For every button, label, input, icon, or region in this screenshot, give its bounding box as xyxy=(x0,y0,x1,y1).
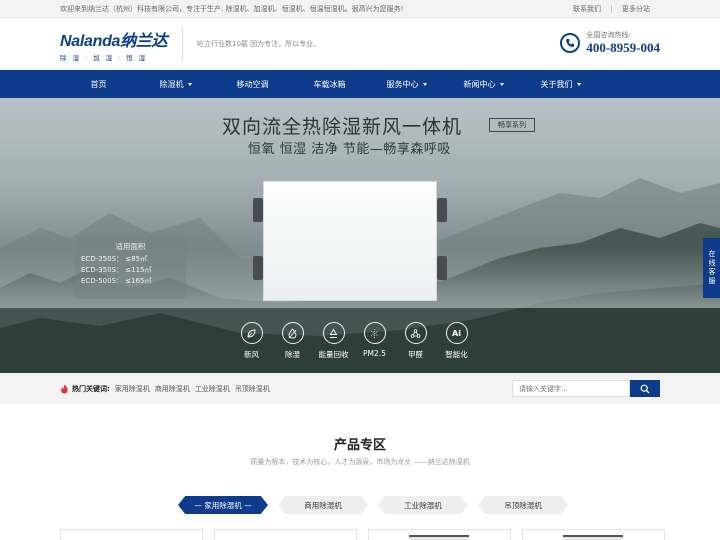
nav-item-service[interactable]: 服务中心 xyxy=(368,70,445,98)
branches-link[interactable]: 更多分站 xyxy=(612,4,660,14)
recycle-icon xyxy=(322,322,345,344)
keyword-link[interactable]: 工业除湿机 xyxy=(195,384,230,394)
hotline-number[interactable]: 400-8959-004 xyxy=(586,40,660,56)
feature-item: 除湿 xyxy=(272,322,313,360)
header-divider xyxy=(182,27,183,61)
nav-label: 首页 xyxy=(90,79,107,89)
hotline: 全国咨询热线: 400-8959-004 xyxy=(560,30,660,56)
drop-icon xyxy=(281,322,304,344)
product-thumbnail xyxy=(409,535,469,540)
search-icon xyxy=(640,384,650,393)
phone-icon xyxy=(560,33,581,53)
keywords-title: 热门关键词: xyxy=(72,384,110,393)
keyword-link[interactable]: 吊顶除湿机 xyxy=(235,384,270,394)
logo[interactable]: Nalanda纳兰达 除湿·加湿·恒湿 xyxy=(60,27,172,62)
chevron-down-icon xyxy=(499,82,504,86)
duct-port xyxy=(253,198,263,222)
feature-item: PM2.5 xyxy=(354,322,395,360)
main-nav: 首页 除湿机 移动空调 车载冰箱 服务中心 新闻中心 关于我们 xyxy=(0,70,720,98)
slogan: 屹立行业数10载 因为专注，所以专业。 xyxy=(197,40,321,48)
banner-title: 双向流全热除湿新风一体机 xyxy=(222,116,463,138)
duct-port xyxy=(253,256,263,280)
spec-row: ECD-250S： ≤85㎡ xyxy=(81,255,148,263)
chevron-down-icon xyxy=(187,82,192,86)
search-box xyxy=(512,380,660,397)
logo-text: Nalanda纳兰达 xyxy=(60,32,168,50)
logo-subtext: 除湿·加湿·恒湿 xyxy=(60,53,152,62)
series-badge: 畅享系列 xyxy=(489,118,535,132)
molecule-icon xyxy=(404,322,427,344)
feature-item: 新风 xyxy=(231,322,272,360)
nav-item-news[interactable]: 新闻中心 xyxy=(445,70,522,98)
spec-panel: 适用面积 ECD-250S： ≤85㎡ ECD-350S： ≤115㎡ ECD-… xyxy=(75,237,186,299)
banner-subtitle: 恒氧 恒湿 洁净 节能—畅享森呼吸 xyxy=(248,142,451,157)
particles-icon xyxy=(363,322,386,344)
keyword-link[interactable]: 商用除湿机 xyxy=(155,384,190,394)
spec-row: ECD-500S： ≤165㎡ xyxy=(81,277,152,285)
fire-icon xyxy=(61,384,68,393)
spec-row: ECD-350S： ≤115㎡ xyxy=(81,266,152,274)
top-links: 联系我们 更多分站 xyxy=(563,4,660,14)
contact-link[interactable]: 联系我们 xyxy=(563,4,611,14)
product-card[interactable] xyxy=(60,529,203,540)
nav-label: 新闻中心 xyxy=(463,79,496,89)
nav-item-about[interactable]: 关于我们 xyxy=(522,70,599,98)
welcome-text: 欢迎来到纳兰达（杭州）科技有限公司，专注于生产: 除湿机、加湿机、恒湿机、恒温恒… xyxy=(60,4,404,13)
nav-label: 移动空调 xyxy=(236,79,269,89)
product-card[interactable] xyxy=(214,529,357,540)
chevron-down-icon xyxy=(576,82,581,86)
search-button[interactable] xyxy=(630,380,660,397)
feature-label: PM2.5 xyxy=(363,349,386,358)
tab-commercial-dehumidifier[interactable]: 商用除湿机 xyxy=(278,496,368,514)
ai-icon: Ai xyxy=(445,322,468,344)
tab-industrial-dehumidifier[interactable]: 工业除湿机 xyxy=(378,496,468,514)
feature-label: 除湿 xyxy=(285,350,300,359)
product-tabs: — 家用除湿机 — 商用除湿机 工业除湿机 吊顶除湿机 xyxy=(178,496,578,514)
nav-item-home[interactable]: 首页 xyxy=(60,70,137,98)
hot-keywords-bar: 热门关键词: 家用除湿机 商用除湿机 工业除湿机 吊顶除湿机 xyxy=(0,373,720,404)
product-thumbnail xyxy=(563,535,623,540)
nav-item-portable-ac[interactable]: 移动空调 xyxy=(214,70,291,98)
nav-label: 服务中心 xyxy=(386,79,419,89)
section-subtitle: 质量为根本，技术为核心，人才为源泉，市场为龙头 ——纳兰达除湿机 xyxy=(250,458,470,466)
online-service-label: 在线客服 xyxy=(708,250,716,286)
site-header: Nalanda纳兰达 除湿·加湿·恒湿 屹立行业数10载 因为专注，所以专业。 … xyxy=(0,18,720,70)
feature-item: Ai 智能化 xyxy=(436,322,477,360)
feature-item: 甲醛 xyxy=(395,322,436,360)
product-image xyxy=(263,181,437,301)
hotline-label: 全国咨询热线: xyxy=(586,31,631,39)
search-input[interactable] xyxy=(512,380,630,397)
feature-item: 能量回收 xyxy=(313,322,354,360)
tab-home-dehumidifier[interactable]: — 家用除湿机 — xyxy=(178,496,268,514)
product-cards xyxy=(60,529,665,540)
nav-label: 关于我们 xyxy=(540,79,573,89)
top-bar: 欢迎来到纳兰达（杭州）科技有限公司，专注于生产: 除湿机、加湿机、恒湿机、恒温恒… xyxy=(0,0,720,18)
product-card[interactable] xyxy=(368,529,511,540)
tab-ceiling-dehumidifier[interactable]: 吊顶除湿机 xyxy=(478,496,568,514)
leaf-icon xyxy=(240,322,263,344)
nav-label: 车载冰箱 xyxy=(313,79,346,89)
feature-label: 甲醛 xyxy=(408,350,423,359)
nav-item-car-fridge[interactable]: 车载冰箱 xyxy=(291,70,368,98)
chevron-down-icon xyxy=(422,82,427,86)
product-card[interactable] xyxy=(522,529,665,540)
spec-title: 适用面积 xyxy=(115,242,146,251)
duct-port xyxy=(437,198,447,222)
keyword-link[interactable]: 家用除湿机 xyxy=(115,384,150,394)
section-title: 产品专区 xyxy=(333,438,386,453)
feature-label: 能量回收 xyxy=(318,350,349,359)
feature-label: 智能化 xyxy=(445,350,468,359)
hero-banner[interactable]: 双向流全热除湿新风一体机 畅享系列 恒氧 恒湿 洁净 节能—畅享森呼吸 适用面积… xyxy=(0,98,720,373)
ai-glyph: Ai xyxy=(452,328,461,338)
nav-label: 除湿机 xyxy=(159,79,184,89)
nav-item-dehumidifier[interactable]: 除湿机 xyxy=(137,70,214,98)
feature-label: 新风 xyxy=(244,350,259,359)
duct-port xyxy=(437,256,447,280)
feature-list: 新风 除湿 能量回收 PM2.5 甲醛 Ai 智能化 xyxy=(231,322,477,360)
online-service-button[interactable]: 在线客服 xyxy=(703,238,720,298)
